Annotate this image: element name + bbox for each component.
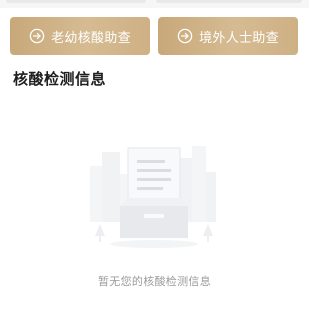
- overseas-check-label: 境外人士助查: [199, 30, 279, 46]
- top-strip: [0, 0, 309, 8]
- overseas-check-button[interactable]: 境外人士助查: [158, 17, 298, 55]
- section-title: 核酸检测信息: [13, 70, 107, 88]
- elderly-child-check-label: 老幼核酸助查: [51, 30, 131, 46]
- quick-action-buttons: 老幼核酸助查 境外人士助查: [10, 17, 300, 55]
- previous-card-edge-right: [156, 0, 302, 3]
- elderly-child-check-button[interactable]: 老幼核酸助查: [10, 17, 150, 55]
- enter-arrow-icon: [29, 28, 45, 44]
- empty-document-tray-icon: [90, 146, 216, 248]
- empty-state-message: 暂无您的核酸检测信息: [98, 275, 211, 288]
- enter-arrow-icon: [177, 28, 193, 44]
- previous-card-edge-left: [6, 0, 146, 3]
